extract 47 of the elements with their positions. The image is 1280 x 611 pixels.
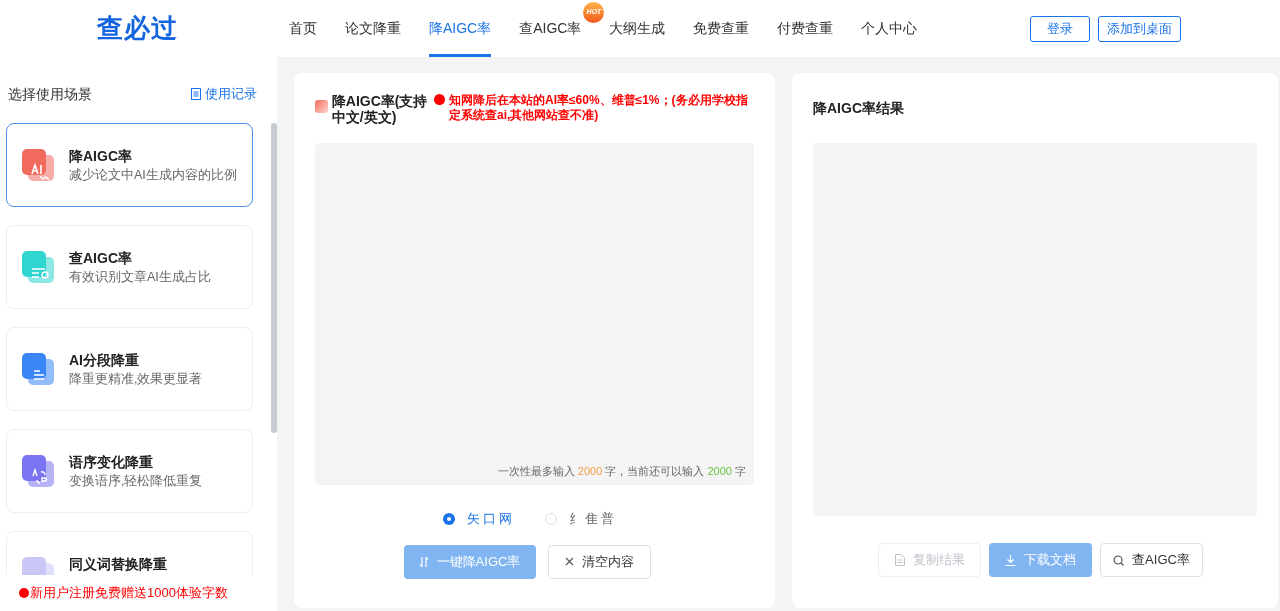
clear-button[interactable]: 清空内容 bbox=[547, 544, 651, 579]
scenario-description: 降重更精准,效果更显著 bbox=[69, 371, 203, 388]
scenario-title: 同义词替换降重 bbox=[69, 555, 167, 574]
nav-tab[interactable]: 个人中心 bbox=[861, 0, 918, 57]
radio-option[interactable]: 纟隹普 bbox=[544, 509, 617, 529]
scenario-description: 变换语序,轻松降低重复 bbox=[69, 473, 203, 490]
sidebar-title: 选择使用场景 bbox=[8, 84, 92, 104]
panel-title: 降AIGC率(支持中文/英文) bbox=[331, 93, 428, 125]
radio-button[interactable] bbox=[442, 512, 455, 525]
nav-tab[interactable]: 大纲生成 bbox=[609, 0, 666, 57]
scenario-title: 语序变化降重 bbox=[69, 453, 154, 472]
search-icon bbox=[1113, 554, 1125, 566]
add-to-desktop-button[interactable]: 添加到桌面 bbox=[1098, 15, 1181, 42]
logo[interactable]: 查必过 bbox=[0, 9, 275, 48]
alert-icon bbox=[19, 588, 30, 598]
scrollbar[interactable] bbox=[271, 123, 277, 433]
alert-icon bbox=[434, 94, 445, 105]
scenario-title: 降AIGC率 bbox=[69, 147, 133, 166]
panel-title: 降AIGC率结果 bbox=[813, 99, 904, 118]
check-aigc-button[interactable]: 查AIGC率 bbox=[1100, 543, 1203, 577]
scenario-card[interactable]: AI分段降重 降重更精准,效果更显著 bbox=[6, 327, 253, 411]
nav-tab[interactable]: 查AIGC率 bbox=[519, 0, 582, 57]
login-button[interactable]: 登录 bbox=[1030, 15, 1090, 42]
nav-tab[interactable]: 免费查重 bbox=[693, 0, 750, 57]
scenario-card[interactable]: 查AIGC率 有效识别文章AI生成占比 bbox=[6, 225, 253, 309]
scenario-title: 查AIGC率 bbox=[69, 249, 133, 268]
scenario-title: AI分段降重 bbox=[69, 351, 140, 370]
document-icon bbox=[191, 88, 201, 100]
scenario-card[interactable]: 降AIGC率 减少论文中AI生成内容的比例 bbox=[6, 123, 253, 207]
document-icon bbox=[894, 554, 905, 566]
nav-tab[interactable]: 论文降重 bbox=[345, 0, 401, 57]
nav-tab[interactable]: 首页 bbox=[289, 0, 317, 57]
warning-text: 知网降后在本站的AI率≤60%、维普≤1%；(务必用学校指定系统查ai,其他网站查不准) bbox=[449, 93, 749, 123]
notice-label: 新用户注册免费赠送1000体验字数 bbox=[30, 584, 228, 603]
nav-tab[interactable]: 降AIGC率 bbox=[429, 0, 492, 57]
download-icon bbox=[1005, 554, 1016, 566]
history-link[interactable]: 使用记录 bbox=[191, 84, 257, 104]
radio-button[interactable] bbox=[544, 512, 557, 525]
close-icon bbox=[564, 557, 574, 566]
nav-tab[interactable]: 付费查重 bbox=[777, 0, 834, 57]
scenario-card[interactable]: 语序变化降重 变换语序,轻松降低重复 bbox=[6, 429, 253, 513]
text-input-area[interactable]: 一次性最多输入 2000 字，当前还可以输入 2000 字 bbox=[315, 143, 754, 485]
scenario-description: 有效识别文章AI生成占比 bbox=[69, 269, 211, 286]
char-limit-hint: 一次性最多输入 2000 字，当前还可以输入 2000 字 bbox=[497, 463, 746, 479]
radio-option[interactable]: 矢口网 bbox=[442, 509, 515, 529]
scenario-description: 减少论文中AI生成内容的比例 bbox=[69, 167, 237, 184]
swap-arrows-icon bbox=[418, 555, 429, 568]
